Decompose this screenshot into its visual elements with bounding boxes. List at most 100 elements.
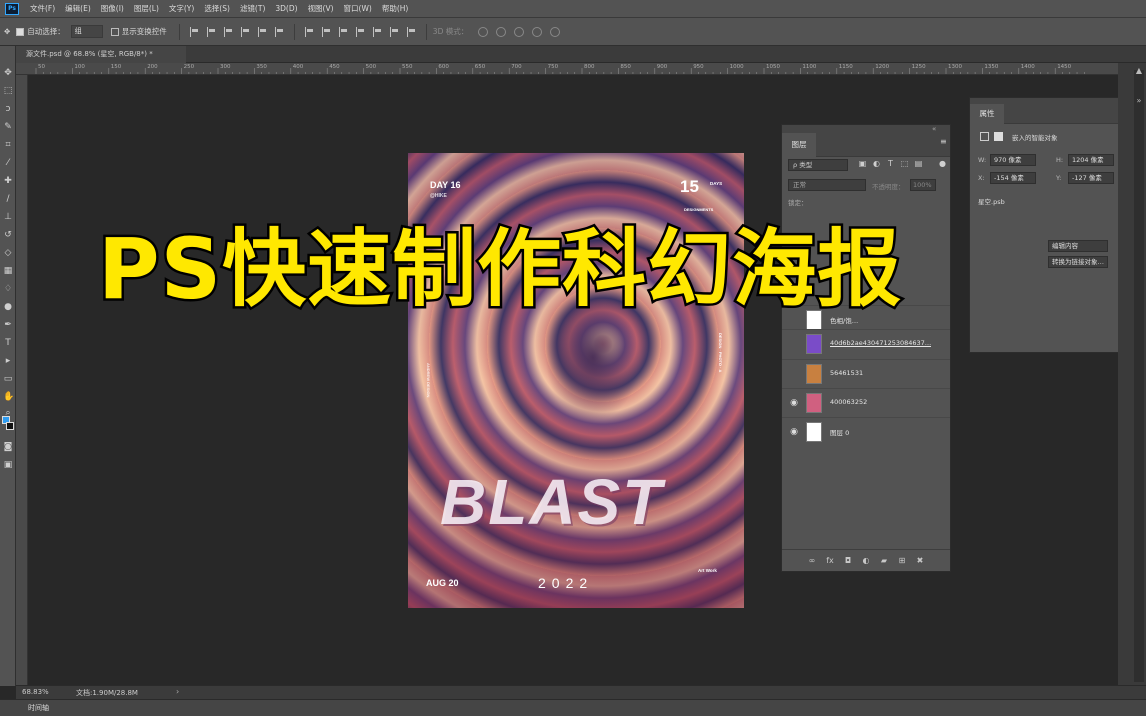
align-right-icon[interactable] bbox=[274, 26, 284, 37]
status-menu-icon[interactable]: › bbox=[176, 687, 179, 696]
filter-pixel-icon[interactable]: ▣ bbox=[858, 159, 867, 169]
quick-mask-icon[interactable]: ◙ bbox=[3, 442, 13, 452]
vertical-ruler[interactable] bbox=[16, 75, 28, 685]
background-color-swatch[interactable] bbox=[6, 422, 14, 430]
3d-rotate-icon[interactable] bbox=[478, 26, 489, 37]
menu-layer[interactable]: 图层(L) bbox=[129, 3, 164, 14]
align-left-icon[interactable] bbox=[240, 26, 250, 37]
y-input[interactable]: -127 像素 bbox=[1068, 172, 1114, 184]
3d-scale-icon[interactable] bbox=[550, 26, 561, 37]
visibility-toggle[interactable] bbox=[788, 338, 800, 350]
auto-align-icon[interactable] bbox=[406, 26, 416, 37]
menu-type[interactable]: 文字(Y) bbox=[164, 3, 199, 14]
show-transform-option[interactable]: 显示变换控件 bbox=[110, 26, 167, 37]
collapse-dock-icon[interactable]: » bbox=[1134, 96, 1144, 106]
blur-tool-icon[interactable]: ♢ bbox=[3, 284, 13, 294]
menu-help[interactable]: 帮助(H) bbox=[377, 3, 414, 14]
panel-menu-icon[interactable]: ≡ bbox=[940, 137, 947, 146]
tab-layers[interactable]: 图层 bbox=[782, 133, 816, 157]
height-input[interactable]: 1204 像素 bbox=[1068, 154, 1114, 166]
move-tool-icon[interactable]: ✥ bbox=[3, 68, 13, 78]
scroll-up-icon[interactable]: ▲ bbox=[1134, 66, 1144, 76]
align-hcenter-icon[interactable] bbox=[257, 26, 267, 37]
3d-slide-icon[interactable] bbox=[532, 26, 543, 37]
filter-smart-object-icon[interactable]: ▤ bbox=[914, 159, 923, 169]
visibility-toggle[interactable] bbox=[788, 368, 800, 380]
distribute-bottom-icon[interactable] bbox=[338, 26, 348, 37]
tab-timeline[interactable]: 时间轴 bbox=[28, 703, 49, 713]
menu-edit[interactable]: 编辑(E) bbox=[60, 3, 96, 14]
3d-pan-icon[interactable] bbox=[514, 26, 525, 37]
filter-adjustment-icon[interactable]: ◐ bbox=[872, 159, 881, 169]
pen-tool-icon[interactable]: ✒ bbox=[3, 320, 13, 330]
layer-row[interactable]: ◉ 图层 0 bbox=[782, 417, 950, 445]
auto-select-dropdown[interactable]: 组 bbox=[70, 25, 103, 38]
horizontal-ruler[interactable]: 50 100 150 200 250 300 350 400 450 500 550 600 650 70… bbox=[16, 63, 1118, 75]
lasso-tool-icon[interactable]: ↄ bbox=[3, 104, 13, 114]
distribute-top-icon[interactable] bbox=[304, 26, 314, 37]
type-tool-icon[interactable]: T bbox=[3, 338, 13, 348]
menu-select[interactable]: 选择(S) bbox=[199, 3, 235, 14]
distribute-left-icon[interactable] bbox=[355, 26, 365, 37]
photoshop-logo-icon[interactable]: Ps bbox=[5, 2, 19, 15]
marquee-tool-icon[interactable]: ⬚ bbox=[3, 86, 13, 96]
menu-window[interactable]: 窗口(W) bbox=[339, 3, 377, 14]
distribute-hcenter-icon[interactable] bbox=[372, 26, 382, 37]
blend-mode-dropdown[interactable]: 正常 bbox=[788, 179, 866, 191]
width-input[interactable]: 970 像素 bbox=[990, 154, 1036, 166]
healing-brush-tool-icon[interactable]: ✚ bbox=[3, 176, 13, 186]
eyedropper-tool-icon[interactable]: ⁄ bbox=[3, 158, 13, 168]
layer-filter-dropdown[interactable]: ρ 类型 bbox=[788, 159, 848, 171]
align-vcenter-icon[interactable] bbox=[206, 26, 216, 37]
clone-stamp-tool-icon[interactable]: ⊥ bbox=[3, 212, 13, 222]
menu-view[interactable]: 视图(V) bbox=[303, 3, 339, 14]
layer-row[interactable]: ◉ 400063252 bbox=[782, 388, 950, 416]
menu-3d[interactable]: 3D(D) bbox=[270, 4, 302, 13]
layer-style-icon[interactable]: fx bbox=[825, 556, 835, 566]
vertical-scrollbar[interactable] bbox=[1134, 70, 1144, 682]
layer-row[interactable]: 56461531 bbox=[782, 359, 950, 387]
filter-shape-icon[interactable]: ⬚ bbox=[900, 159, 909, 169]
edit-contents-button[interactable]: 编辑内容 bbox=[1048, 240, 1108, 252]
x-input[interactable]: -154 像素 bbox=[990, 172, 1036, 184]
convert-to-linked-button[interactable]: 转换为链接对象… bbox=[1048, 256, 1108, 268]
menu-file[interactable]: 文件(F) bbox=[25, 3, 60, 14]
new-layer-icon[interactable]: ⊞ bbox=[897, 556, 907, 566]
auto-select-checkbox[interactable] bbox=[16, 27, 25, 36]
opacity-input[interactable]: 100% bbox=[910, 179, 936, 191]
history-brush-tool-icon[interactable]: ↺ bbox=[3, 230, 13, 240]
menu-filter[interactable]: 滤镜(T) bbox=[235, 3, 270, 14]
add-mask-icon[interactable]: ◘ bbox=[843, 556, 853, 566]
quick-select-tool-icon[interactable]: ✎ bbox=[3, 122, 13, 132]
brush-tool-icon[interactable]: / bbox=[3, 194, 13, 204]
3d-roll-icon[interactable] bbox=[496, 26, 507, 37]
gradient-tool-icon[interactable]: ▦ bbox=[3, 266, 13, 276]
align-bottom-icon[interactable] bbox=[223, 26, 233, 37]
layer-row[interactable]: 40d6b2ae430471253084637… bbox=[782, 329, 950, 357]
crop-tool-icon[interactable]: ⌗ bbox=[3, 140, 13, 150]
collapse-icon[interactable]: « bbox=[932, 125, 936, 133]
link-layers-icon[interactable]: ∞ bbox=[807, 556, 817, 566]
distribute-vcenter-icon[interactable] bbox=[321, 26, 331, 37]
document-tab[interactable]: 源文件.psd @ 68.8% (星空, RGB/8*) * bbox=[16, 46, 186, 63]
delete-layer-icon[interactable]: ✖ bbox=[915, 556, 925, 566]
new-group-icon[interactable]: ▰ bbox=[879, 556, 889, 566]
eye-icon[interactable]: ◉ bbox=[788, 397, 800, 409]
tab-properties[interactable]: 属性 bbox=[970, 104, 1004, 124]
path-select-tool-icon[interactable]: ▸ bbox=[3, 356, 13, 366]
screen-mode-icon[interactable]: ▣ bbox=[3, 460, 13, 470]
show-transform-checkbox[interactable] bbox=[110, 27, 119, 36]
eye-icon[interactable]: ◉ bbox=[788, 426, 800, 438]
filter-type-icon[interactable]: T bbox=[886, 159, 895, 169]
adjustment-layer-icon[interactable]: ◐ bbox=[861, 556, 871, 566]
auto-select-option[interactable]: 自动选择： bbox=[16, 26, 65, 37]
rectangle-tool-icon[interactable]: ▭ bbox=[3, 374, 13, 384]
menu-image[interactable]: 图像(I) bbox=[96, 3, 129, 14]
filter-toggle-icon[interactable]: ● bbox=[938, 159, 947, 169]
distribute-right-icon[interactable] bbox=[389, 26, 399, 37]
eraser-tool-icon[interactable]: ◇ bbox=[3, 248, 13, 258]
dodge-tool-icon[interactable]: ● bbox=[3, 302, 13, 312]
hand-tool-icon[interactable]: ✋ bbox=[3, 392, 14, 402]
align-top-icon[interactable] bbox=[189, 26, 199, 37]
zoom-level[interactable]: 68.83% bbox=[22, 688, 49, 696]
